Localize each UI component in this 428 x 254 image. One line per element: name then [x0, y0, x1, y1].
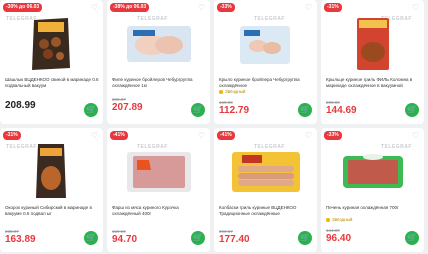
- heart-icon[interactable]: ♡: [90, 131, 99, 140]
- product-title[interactable]: Крыло куриное бройлера Чебургруппа охлаж…: [219, 77, 314, 88]
- product-price: 144.69: [326, 105, 357, 116]
- product-title[interactable]: Фарш из мяса куриного Курочка охлаждённы…: [112, 205, 207, 216]
- cart-icon: 🛒: [86, 233, 96, 242]
- product-title[interactable]: Окорок куриный Сибирский в маринаде в ва…: [5, 205, 100, 216]
- product-price: 207.89: [112, 102, 143, 113]
- heart-icon[interactable]: ♡: [90, 3, 99, 12]
- product-card[interactable]: -30% до 06.03 ♡ TELEGRAF Шашлык ВЦДЕНКОО…: [0, 0, 103, 124]
- discount-badge: -38% до 06.03: [110, 3, 150, 12]
- add-to-cart-button[interactable]: 🛒: [191, 103, 205, 117]
- product-title[interactable]: Филе куриное бройлеров Чебургруппа охлаж…: [112, 77, 207, 88]
- cart-icon: 🛒: [300, 233, 310, 242]
- brand-label: Звёздный: [225, 89, 246, 94]
- product-image[interactable]: [321, 12, 424, 74]
- star-icon: [326, 217, 330, 222]
- heart-icon[interactable]: ♡: [304, 3, 313, 12]
- product-card[interactable]: -31% ♡ TELEGRAF Крыльце куриное гриль ФИ…: [321, 0, 424, 124]
- product-image[interactable]: [214, 12, 317, 74]
- add-to-cart-button[interactable]: 🛒: [191, 231, 205, 245]
- heart-icon[interactable]: ♡: [197, 131, 206, 140]
- discount-badge: -41%: [110, 131, 128, 140]
- product-card[interactable]: -41% ♡ TELEGRAF Колбаски гриль куриные В…: [214, 128, 317, 252]
- product-price: 112.79: [219, 105, 250, 116]
- star-icon: [219, 89, 223, 94]
- product-title[interactable]: Печень куриная охлаждённая 700г: [326, 205, 421, 216]
- product-price: 208.99: [5, 100, 36, 111]
- brand-mark: Звёздный: [219, 89, 245, 94]
- product-price: 163.89: [5, 234, 36, 245]
- heart-icon[interactable]: ♡: [304, 131, 313, 140]
- cart-icon: 🛒: [407, 105, 417, 114]
- add-to-cart-button[interactable]: 🛒: [84, 103, 98, 117]
- product-price: 177.40: [219, 234, 250, 245]
- brand-mark: Звёздный: [326, 217, 352, 222]
- product-title[interactable]: Колбаски гриль куриные ВЦДЕНКОО Традицио…: [219, 205, 314, 216]
- heart-icon[interactable]: ♡: [197, 3, 206, 12]
- product-price: 96.40: [326, 233, 352, 244]
- cart-icon: 🛒: [193, 233, 203, 242]
- product-grid: -30% до 06.03 ♡ TELEGRAF Шашлык ВЦДЕНКОО…: [0, 0, 428, 254]
- product-title[interactable]: Шашлык ВЦДЕНКОО свиной в маринаде 0.6 по…: [5, 77, 100, 88]
- add-to-cart-button[interactable]: 🛒: [84, 231, 98, 245]
- product-image[interactable]: [107, 140, 210, 202]
- product-card[interactable]: -38% до 06.03 ♡ TELEGRAF Филе куриное бр…: [107, 0, 210, 124]
- cart-icon: 🛒: [407, 233, 417, 242]
- product-price: 94.70: [112, 234, 138, 245]
- product-card[interactable]: -41% ♡ TELEGRAF Фарш из мяса куриного Ку…: [107, 128, 210, 252]
- add-to-cart-button[interactable]: 🛒: [405, 103, 419, 117]
- heart-icon[interactable]: ♡: [411, 131, 420, 140]
- add-to-cart-button[interactable]: 🛒: [405, 231, 419, 245]
- product-image[interactable]: [0, 140, 103, 202]
- add-to-cart-button[interactable]: 🛒: [298, 103, 312, 117]
- product-image[interactable]: [0, 12, 103, 74]
- cart-icon: 🛒: [300, 105, 310, 114]
- cart-icon: 🛒: [193, 105, 203, 114]
- product-image[interactable]: [321, 140, 424, 202]
- product-card[interactable]: -31% ♡ TELEGRAF Окорок куриный Сибирский…: [0, 128, 103, 252]
- product-title[interactable]: Крыльце куриное гриль ФИЛЬ Коломна в мар…: [326, 77, 421, 88]
- cart-icon: 🛒: [86, 105, 96, 114]
- discount-badge: -31%: [3, 131, 21, 140]
- discount-badge: -33%: [324, 131, 342, 140]
- discount-badge: -41%: [217, 131, 235, 140]
- product-image[interactable]: [107, 12, 210, 74]
- heart-icon[interactable]: ♡: [411, 3, 420, 12]
- product-card[interactable]: -33% ♡ TELEGRAF Печень куриная охлаждённ…: [321, 128, 424, 252]
- product-card[interactable]: -33% ♡ TELEGRAF Крыло куриное бройлера Ч…: [214, 0, 317, 124]
- add-to-cart-button[interactable]: 🛒: [298, 231, 312, 245]
- discount-badge: -31%: [324, 3, 342, 12]
- discount-badge: -33%: [217, 3, 235, 12]
- brand-label: Звёздный: [332, 217, 353, 222]
- discount-badge: -30% до 06.03: [3, 3, 43, 12]
- product-image[interactable]: [214, 140, 317, 202]
